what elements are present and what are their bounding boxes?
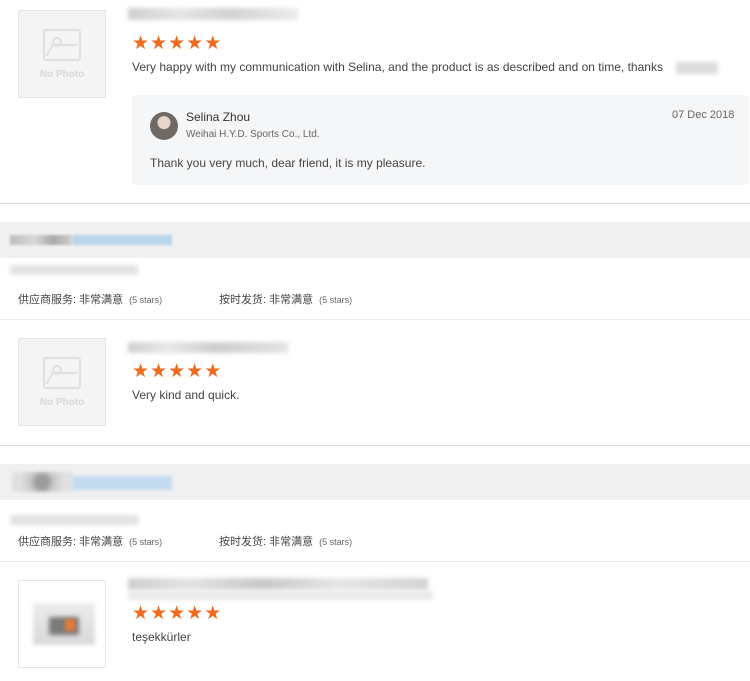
- divider: [0, 561, 750, 562]
- image-placeholder-icon: [43, 357, 81, 389]
- divider: [0, 319, 750, 320]
- ontime-label: 按时发货: 非常满意: [219, 294, 314, 306]
- reviewer-name-redacted: [128, 578, 428, 590]
- no-photo-label: No Photo: [39, 69, 85, 80]
- review-comment: teşekkürler: [132, 630, 191, 644]
- reply-text: Thank you very much, dear friend, it is …: [150, 156, 426, 170]
- buyer-avatar-redacted: [12, 472, 72, 492]
- ontime-stars: (5 stars): [319, 295, 353, 305]
- supplier-service-stars: (5 stars): [129, 295, 163, 305]
- order-info-redacted: [10, 265, 138, 275]
- star-icon: ★: [204, 361, 222, 382]
- comment-redacted-tail: [676, 62, 718, 74]
- divider: [0, 203, 750, 204]
- reply-author: Selina Zhou: [186, 110, 251, 124]
- star-icon: ★: [132, 361, 150, 382]
- ontime-label: 按时发货: 非常满意: [219, 536, 314, 548]
- image-placeholder-icon: [43, 29, 81, 61]
- review-photo[interactable]: [18, 580, 106, 668]
- avatar: [150, 112, 178, 140]
- star-icon: ★: [150, 33, 168, 54]
- ontime-stars: (5 stars): [319, 537, 353, 547]
- star-rating: ★★★★★: [132, 603, 222, 624]
- star-icon: ★: [168, 361, 186, 382]
- star-icon: ★: [132, 33, 150, 54]
- review-photo-content: [65, 619, 75, 631]
- review-comment: Very happy with my communication with Se…: [132, 60, 663, 74]
- star-icon: ★: [186, 603, 204, 624]
- star-icon: ★: [204, 603, 222, 624]
- reviewer-name-redacted: [128, 342, 288, 353]
- star-icon: ★: [204, 33, 222, 54]
- star-icon: ★: [168, 603, 186, 624]
- star-icon: ★: [186, 361, 204, 382]
- star-rating: ★★★★★: [132, 33, 222, 54]
- review-photo-placeholder[interactable]: No Photo: [18, 338, 106, 426]
- supplier-service-rating: 供应商服务: 非常满意 (5 stars): [18, 291, 162, 307]
- star-rating: ★★★★★: [132, 361, 222, 382]
- reply-date: 07 Dec 2018: [672, 109, 735, 121]
- buyer-country-redacted: [72, 476, 172, 490]
- buyer-country-redacted: [72, 235, 172, 245]
- review-comment: Very kind and quick.: [132, 388, 240, 402]
- divider: [0, 445, 750, 446]
- supplier-service-label: 供应商服务: 非常满意: [18, 536, 124, 548]
- reviewer-name-redacted: [128, 8, 298, 20]
- order-info-redacted: [10, 515, 138, 525]
- no-photo-label: No Photo: [39, 397, 85, 408]
- review-photo-placeholder[interactable]: No Photo: [18, 10, 106, 98]
- reply-company: Weihai H.Y.D. Sports Co., Ltd.: [186, 129, 320, 140]
- ontime-rating: 按时发货: 非常满意 (5 stars): [219, 533, 352, 549]
- star-icon: ★: [132, 603, 150, 624]
- star-icon: ★: [150, 361, 168, 382]
- supplier-reply: Selina Zhou Weihai H.Y.D. Sports Co., Lt…: [132, 95, 749, 185]
- star-icon: ★: [150, 603, 168, 624]
- supplier-service-label: 供应商服务: 非常满意: [18, 294, 124, 306]
- supplier-service-rating: 供应商服务: 非常满意 (5 stars): [18, 533, 162, 549]
- star-icon: ★: [168, 33, 186, 54]
- star-icon: ★: [186, 33, 204, 54]
- ontime-rating: 按时发货: 非常满意 (5 stars): [219, 291, 352, 307]
- buyer-name-redacted: [10, 235, 72, 245]
- supplier-service-stars: (5 stars): [129, 537, 163, 547]
- reviewer-info-redacted: [128, 591, 433, 600]
